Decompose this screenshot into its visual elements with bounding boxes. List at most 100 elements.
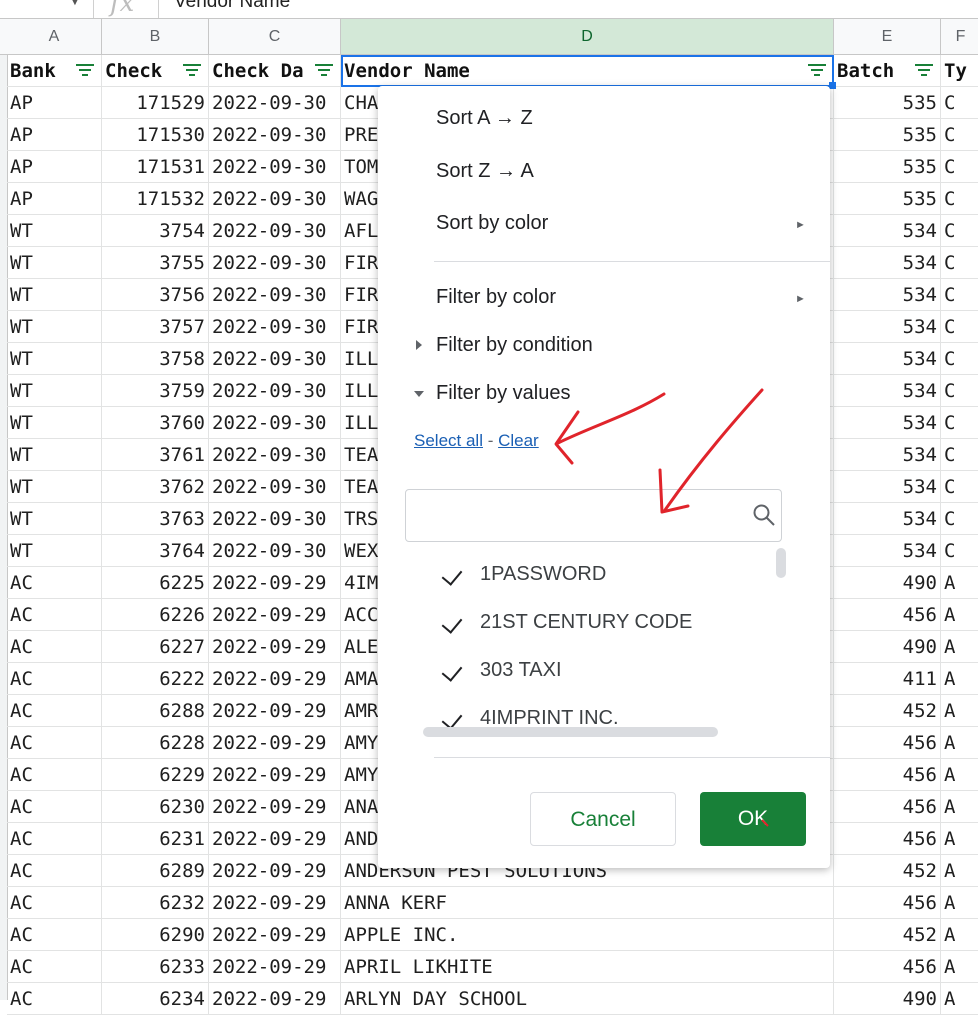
cell-check[interactable]: 6229: [102, 759, 209, 791]
sort-a-z-item[interactable]: Sort A → Z: [436, 107, 533, 130]
cell-bank[interactable]: AP: [7, 183, 102, 215]
cell-batch[interactable]: 534: [834, 375, 941, 407]
cell-bank[interactable]: AP: [7, 151, 102, 183]
cell-check[interactable]: 3764: [102, 535, 209, 567]
value-item[interactable]: 21ST CENTURY CODE: [418, 600, 778, 648]
cancel-button[interactable]: Cancel: [530, 792, 676, 846]
cell-check[interactable]: 6289: [102, 855, 209, 887]
cell-check-date[interactable]: 2022-09-29: [209, 759, 341, 791]
cell-check[interactable]: 3755: [102, 247, 209, 279]
cell-batch[interactable]: 490: [834, 983, 941, 1015]
cell-check[interactable]: 6231: [102, 823, 209, 855]
values-search-input[interactable]: [405, 489, 782, 542]
cell-bank[interactable]: AC: [7, 983, 102, 1015]
cell-check[interactable]: 6233: [102, 951, 209, 983]
cell-check-date[interactable]: 2022-09-30: [209, 407, 341, 439]
vertical-scrollbar[interactable]: [776, 548, 786, 578]
cell-type[interactable]: C: [941, 183, 978, 215]
cell-check-date[interactable]: 2022-09-29: [209, 791, 341, 823]
cell-check-date[interactable]: 2022-09-30: [209, 439, 341, 471]
cell-check-date[interactable]: 2022-09-30: [209, 375, 341, 407]
cell-batch[interactable]: 534: [834, 407, 941, 439]
cell-bank[interactable]: AC: [7, 791, 102, 823]
cell-type[interactable]: A: [941, 951, 978, 983]
header-cell-batch[interactable]: Batch: [834, 55, 941, 87]
cell-check-date[interactable]: 2022-09-29: [209, 855, 341, 887]
cell-check[interactable]: 6234: [102, 983, 209, 1015]
formula-bar-content[interactable]: Vendor Name: [174, 0, 290, 13]
column-header-f[interactable]: F: [941, 19, 978, 54]
cell-batch[interactable]: 452: [834, 919, 941, 951]
cell-check[interactable]: 6228: [102, 727, 209, 759]
cell-bank[interactable]: AC: [7, 951, 102, 983]
cell-check[interactable]: 3761: [102, 439, 209, 471]
cell-bank[interactable]: AC: [7, 855, 102, 887]
cell-check-date[interactable]: 2022-09-29: [209, 695, 341, 727]
cell-type[interactable]: C: [941, 119, 978, 151]
expand-down-icon[interactable]: [414, 391, 424, 397]
sort-by-color-item[interactable]: Sort by color: [436, 212, 548, 235]
cell-type[interactable]: A: [941, 855, 978, 887]
cell-bank[interactable]: WT: [7, 503, 102, 535]
cell-check-date[interactable]: 2022-09-30: [209, 535, 341, 567]
cell-vendor-name[interactable]: ANNA KERF: [341, 887, 834, 919]
cell-bank[interactable]: AC: [7, 663, 102, 695]
cell-bank[interactable]: AC: [7, 727, 102, 759]
cell-type[interactable]: C: [941, 87, 978, 119]
cell-check[interactable]: 6288: [102, 695, 209, 727]
cell-batch[interactable]: 534: [834, 343, 941, 375]
cell-bank[interactable]: AC: [7, 599, 102, 631]
cell-check-date[interactable]: 2022-09-29: [209, 599, 341, 631]
filter-icon[interactable]: [315, 64, 333, 78]
column-header-e[interactable]: E: [834, 19, 941, 54]
header-cell-check[interactable]: Check: [102, 55, 209, 87]
cell-bank[interactable]: AC: [7, 695, 102, 727]
cell-batch[interactable]: 534: [834, 215, 941, 247]
column-header-b[interactable]: B: [102, 19, 209, 54]
cell-type[interactable]: A: [941, 695, 978, 727]
cell-type[interactable]: A: [941, 791, 978, 823]
cell-type[interactable]: A: [941, 983, 978, 1015]
cell-type[interactable]: A: [941, 567, 978, 599]
cell-type[interactable]: A: [941, 823, 978, 855]
cell-type[interactable]: C: [941, 439, 978, 471]
cell-vendor-name[interactable]: APPLE INC.: [341, 919, 834, 951]
cell-batch[interactable]: 534: [834, 279, 941, 311]
clear-link[interactable]: Clear: [498, 431, 539, 450]
cell-type[interactable]: C: [941, 151, 978, 183]
cell-check-date[interactable]: 2022-09-30: [209, 215, 341, 247]
filter-by-color-item[interactable]: Filter by color: [436, 286, 556, 309]
name-box-dropdown-icon[interactable]: ▼: [68, 0, 82, 8]
cell-batch[interactable]: 535: [834, 183, 941, 215]
value-item[interactable]: 1PASSWORD: [418, 552, 778, 600]
cell-check-date[interactable]: 2022-09-30: [209, 183, 341, 215]
cell-type[interactable]: C: [941, 279, 978, 311]
cell-type[interactable]: A: [941, 663, 978, 695]
cell-batch[interactable]: 535: [834, 119, 941, 151]
ok-button[interactable]: OK: [700, 792, 806, 846]
cell-check[interactable]: 3762: [102, 471, 209, 503]
cell-batch[interactable]: 456: [834, 599, 941, 631]
cell-bank[interactable]: WT: [7, 439, 102, 471]
cell-check-date[interactable]: 2022-09-30: [209, 471, 341, 503]
cell-check[interactable]: 6232: [102, 887, 209, 919]
filter-by-values-item[interactable]: Filter by values: [436, 382, 571, 405]
sort-z-a-item[interactable]: Sort Z → A: [436, 160, 534, 183]
cell-check[interactable]: 6230: [102, 791, 209, 823]
cell-check-date[interactable]: 2022-09-30: [209, 87, 341, 119]
cell-batch[interactable]: 456: [834, 791, 941, 823]
cell-check-date[interactable]: 2022-09-29: [209, 919, 341, 951]
header-cell-check-date[interactable]: Check Da: [209, 55, 341, 87]
cell-check-date[interactable]: 2022-09-29: [209, 951, 341, 983]
cell-batch[interactable]: 534: [834, 535, 941, 567]
cell-bank[interactable]: WT: [7, 471, 102, 503]
cell-check[interactable]: 3760: [102, 407, 209, 439]
value-item[interactable]: 303 TAXI: [418, 648, 778, 696]
header-cell-bank[interactable]: Bank: [7, 55, 102, 87]
cell-bank[interactable]: WT: [7, 247, 102, 279]
cell-check-date[interactable]: 2022-09-30: [209, 279, 341, 311]
cell-check[interactable]: 171532: [102, 183, 209, 215]
cell-batch[interactable]: 534: [834, 439, 941, 471]
cell-bank[interactable]: AC: [7, 887, 102, 919]
cell-bank[interactable]: WT: [7, 343, 102, 375]
